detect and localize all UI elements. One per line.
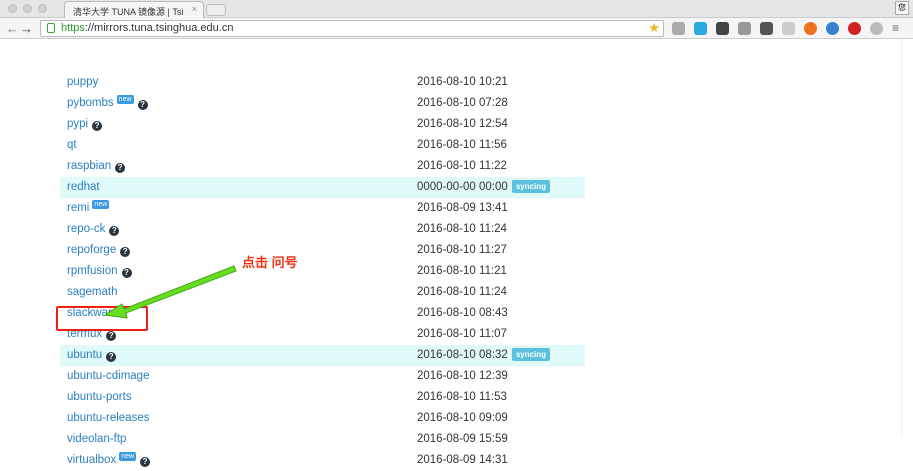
last-update: 2016-08-09 14:31 <box>417 450 508 471</box>
mirror-name-link[interactable]: virtualbox new? <box>67 450 151 471</box>
mirror-row: virtualbox new? 2016-08-09 14:31 <box>60 450 585 471</box>
update-time: 2016-08-09 14:31 <box>417 454 508 466</box>
help-icon[interactable]: ? <box>140 457 151 467</box>
annotation-arrow <box>103 265 237 319</box>
mirror-name[interactable]: virtualbox <box>67 454 116 466</box>
scrollbar[interactable] <box>901 39 913 436</box>
new-badge: new <box>119 452 137 461</box>
